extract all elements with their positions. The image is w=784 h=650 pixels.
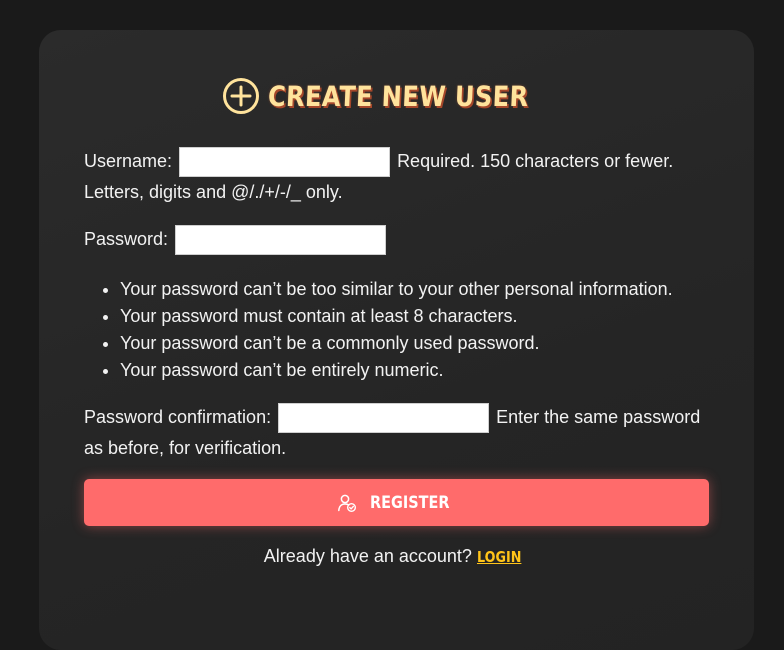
username-help-row: Letters, digits and @/./+/-/_ only. — [84, 177, 714, 207]
username-input[interactable] — [179, 147, 391, 178]
username-help-extra: Letters, digits and @/./+/-/_ only. — [84, 182, 343, 202]
password-confirmation-help-row: as before, for verification. — [84, 433, 714, 463]
password-confirmation-row: Password confirmation: Enter the same pa… — [84, 402, 714, 434]
password-confirmation-help: Enter the same password — [496, 407, 701, 427]
register-button[interactable]: Register — [84, 479, 709, 526]
password-rules-list: Your password can’t be too similar to yo… — [84, 276, 673, 384]
password-confirmation-label: Password confirmation: — [84, 407, 272, 427]
login-prompt: Already have an account? Login — [39, 546, 754, 567]
username-help: Required. 150 characters or fewer. — [397, 151, 674, 171]
password-rule: Your password must contain at least 8 ch… — [120, 303, 673, 330]
plus-circle-icon — [223, 78, 259, 114]
login-prompt-text: Already have an account? — [263, 546, 477, 566]
username-row: Username: Required. 150 characters or fe… — [84, 146, 714, 178]
password-rule: Your password can’t be too similar to yo… — [120, 276, 673, 303]
password-row: Password: — [84, 224, 714, 256]
username-label: Username: — [84, 151, 173, 171]
password-rule: Your password can’t be entirely numeric. — [120, 357, 673, 384]
user-check-icon — [337, 494, 356, 512]
password-input[interactable] — [175, 225, 387, 256]
password-rule: Your password can’t be a commonly used p… — [120, 330, 673, 357]
register-card: Create New User Username: Required. 150 … — [39, 30, 754, 650]
password-confirmation-input[interactable] — [278, 403, 490, 434]
login-link[interactable]: Login — [477, 548, 521, 566]
password-confirmation-help-extra: as before, for verification. — [84, 438, 287, 458]
page-title-text: Create New User — [267, 79, 530, 113]
password-label: Password: — [84, 229, 169, 249]
page-title: Create New User — [39, 77, 754, 115]
register-button-label: Register — [369, 492, 450, 513]
